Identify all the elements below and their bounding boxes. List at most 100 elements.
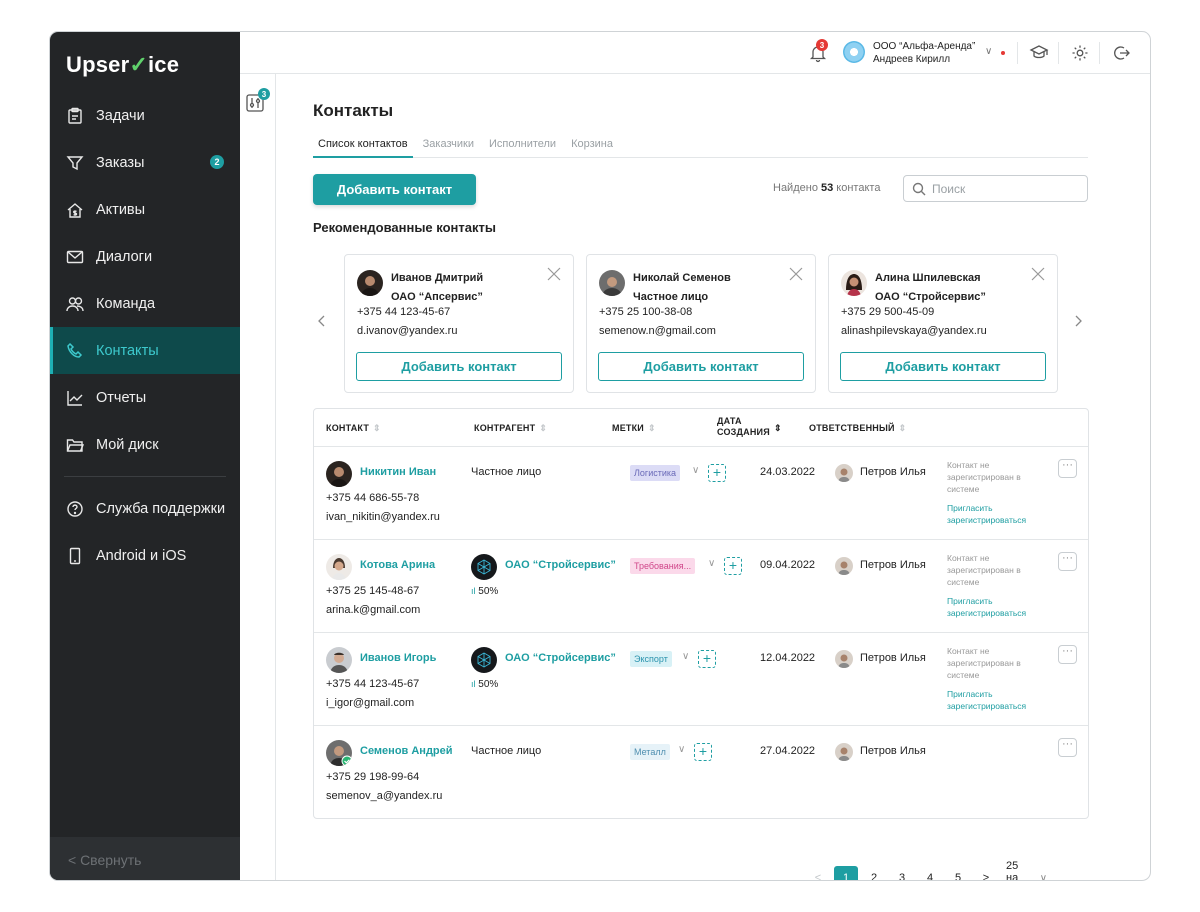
tag-badge[interactable]: Экспорт [630,651,672,667]
carousel-next-button[interactable] [1073,314,1083,331]
add-contact-button[interactable]: Добавить контакт [313,174,476,205]
registration-status: Контакт не зарегистрирован в системе [947,460,1021,494]
graduation-cap-icon[interactable] [1029,43,1049,63]
counterparty-link[interactable]: ОАО “Стройсервис” [505,652,616,664]
per-page-select[interactable]: 25 на стр. ∨ [1006,860,1047,880]
card-phone: +375 44 123-45-67 [357,306,451,318]
avatar [357,270,383,296]
pagination-page[interactable]: 2 [862,866,886,880]
avatar [835,743,853,761]
contact-name-link[interactable]: Никитин Иван [360,466,436,478]
dismiss-card-button[interactable] [789,267,803,281]
chevron-down-icon[interactable]: ∨ [985,46,992,57]
gear-icon[interactable] [1070,43,1090,63]
add-tag-button[interactable]: + [724,557,742,575]
contact-name-link[interactable]: Иванов Игорь [360,652,436,664]
chevron-down-icon[interactable]: ∨ [678,744,685,755]
pagination-prev-button[interactable]: < [806,866,830,880]
add-tag-button[interactable]: + [694,743,712,761]
pagination-page[interactable]: 3 [890,866,914,880]
avatar [326,461,352,487]
recommended-card: Иванов Дмитрий ОАО “Апсервис” +375 44 12… [344,254,574,393]
table-header: КОНТАКТ ⇕ КОНТРАГЕНТ ⇕ МЕТКИ ⇕ ДАТА СОЗДАНИЯ… [314,409,1088,447]
tag-badge[interactable]: Требования... [630,558,696,574]
invite-link[interactable]: Пригласить зарегистрироваться [947,688,1047,712]
more-actions-button[interactable]: ··· [1058,552,1077,571]
avatar [326,554,352,580]
sidebar-item-contacts[interactable]: Контакты [50,327,240,374]
carousel-prev-button[interactable] [317,314,327,331]
column-header-date[interactable]: ДАТА СОЗДАНИЯ [717,416,770,438]
sidebar-item-tasks[interactable]: Задачи [50,92,240,139]
recommended-title: Рекомендованные контакты [313,220,496,235]
sidebar-item-team[interactable]: Команда [50,280,240,327]
table-row: Семенов Андрей +375 29 198-99-64 semenov… [314,726,1088,818]
notifications-button[interactable]: 3 [808,39,828,63]
logout-icon[interactable] [1111,43,1131,63]
sidebar-item-label: Активы [96,201,146,218]
pagination-page[interactable]: 4 [918,866,942,880]
tab-contact-list[interactable]: Список контактов [313,136,413,158]
more-actions-button[interactable]: ··· [1058,738,1077,757]
sidebar-item-my-disk[interactable]: Мой диск [50,421,240,468]
column-header-responsible[interactable]: ОТВЕТСТВЕННЫЙ ⇕ [809,423,906,434]
more-actions-button[interactable]: ··· [1058,645,1077,664]
column-header-counterparty[interactable]: КОНТРАГЕНТ ⇕ [474,423,547,434]
dismiss-card-button[interactable] [547,267,561,281]
more-actions-button[interactable]: ··· [1058,459,1077,478]
search-box[interactable] [903,175,1088,202]
sidebar-item-mobile-apps[interactable]: Android и iOS [50,532,240,579]
chevron-down-icon[interactable]: ∨ [692,465,699,476]
org-switcher[interactable]: ООО “Альфа-Аренда” Андреев Кирилл [873,40,975,66]
chevron-down-icon[interactable]: ∨ [708,558,715,569]
counterparty-link[interactable]: ОАО “Стройсервис” [505,559,616,571]
dismiss-card-button[interactable] [1031,267,1045,281]
company-logo [471,647,497,673]
pagination-page[interactable]: 5 [946,866,970,880]
card-company: ОАО “Стройсервис” [875,291,986,303]
invite-link[interactable]: Пригласить зарегистрироваться [947,502,1047,526]
card-add-contact-button[interactable]: Добавить контакт [356,352,562,381]
filter-button[interactable]: 3 [246,88,270,112]
avatar [841,270,867,296]
column-header-tags[interactable]: МЕТКИ ⇕ [612,423,656,434]
sidebar-item-reports[interactable]: Отчеты [50,374,240,421]
collapse-sidebar-button[interactable]: < Свернуть [50,837,240,880]
tag-badge[interactable]: Металл [630,744,670,760]
avatar [599,270,625,296]
search-input[interactable] [932,181,1072,196]
sidebar-item-label: Мой диск [96,436,159,453]
bars-icon: ıl [471,679,476,689]
tag-badge[interactable]: Логистика [630,465,681,481]
card-company: ОАО “Апсервис” [391,291,483,303]
counterparty: Частное лицо [471,745,542,757]
add-tag-button[interactable]: + [708,464,726,482]
sidebar-item-dialogs[interactable]: Диалоги [50,233,240,280]
chevron-down-icon[interactable]: ∨ [682,651,689,662]
logo: Upser✓ice [66,52,180,77]
pagination-next-button[interactable]: > [974,866,998,880]
card-add-contact-button[interactable]: Добавить контакт [598,352,804,381]
sidebar-item-assets[interactable]: Активы [50,186,240,233]
invite-link[interactable]: Пригласить зарегистрироваться [947,595,1047,619]
counterparty-rating: ıl 50% [471,586,499,597]
tab-trash[interactable]: Корзина [566,136,618,158]
recommended-card: Николай Семенов Частное лицо +375 25 100… [586,254,816,393]
tab-contractors[interactable]: Исполнители [484,136,561,158]
filter-rail: 3 [240,74,276,880]
sort-icon[interactable]: ⇕ [774,423,782,434]
card-email: alinashpilevskaya@yandex.ru [841,325,987,337]
avatar [835,464,853,482]
pagination-page[interactable]: 1 [834,866,858,880]
close-icon [1031,267,1045,281]
sidebar-item-support[interactable]: Служба поддержки [50,485,240,532]
card-add-contact-button[interactable]: Добавить контакт [840,352,1046,381]
contact-name-link[interactable]: Котова Арина [360,559,435,571]
sidebar-item-orders[interactable]: Заказы 2 [50,139,240,186]
column-header-contact[interactable]: КОНТАКТ ⇕ [326,423,381,434]
add-tag-button[interactable]: + [698,650,716,668]
contact-name-link[interactable]: Семенов Андрей [360,745,453,757]
card-name: Иванов Дмитрий [391,272,484,284]
tab-customers[interactable]: Заказчики [418,136,479,158]
org-avatar[interactable] [843,41,865,63]
